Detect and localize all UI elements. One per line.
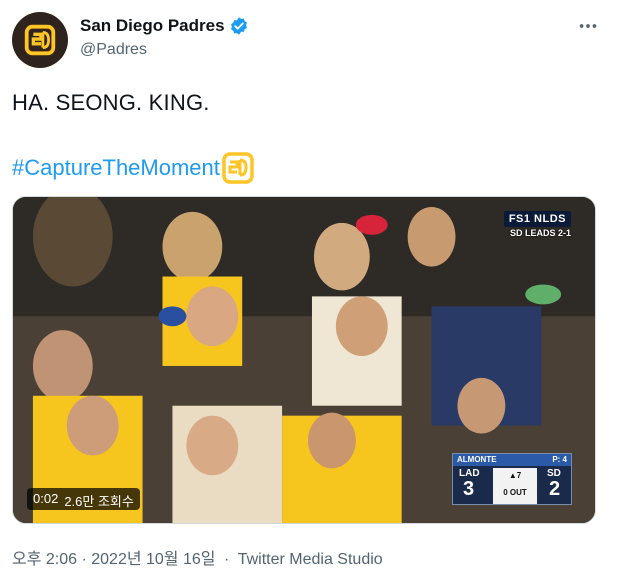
more-horizontal-icon xyxy=(579,24,597,28)
pitch-count: P: 4 xyxy=(552,455,567,464)
series-status: SD LEADS 2-1 xyxy=(509,228,571,238)
avatar[interactable] xyxy=(12,12,68,68)
tweet-meta: 오후 2:06 · 2022년 10월 16일 · Twitter Media … xyxy=(12,545,383,569)
meta-separator: · xyxy=(223,551,230,568)
padres-sd-hashflag-icon xyxy=(222,152,254,184)
inning: ▲7 xyxy=(508,471,522,480)
more-options-button[interactable] xyxy=(574,14,602,38)
away-score: 3 xyxy=(463,478,475,500)
author-name-row: San Diego Padres xyxy=(80,16,249,36)
padres-sd-logo-icon xyxy=(24,24,56,56)
verified-badge-icon xyxy=(230,17,247,35)
display-name[interactable]: San Diego Padres xyxy=(80,16,225,36)
tweet-card: San Diego Padres @Padres HA. SEONG. KING… xyxy=(0,0,640,580)
author-handle[interactable]: @Padres xyxy=(80,41,147,59)
tweet-text: HA. SEONG. KING. xyxy=(12,90,210,115)
video-player[interactable]: FS1 NLDS SD LEADS 2-1 ALMONTE P: 4 LAD 3… xyxy=(12,196,596,524)
outs: 0 OUT xyxy=(503,488,527,497)
hashtag-row: #CaptureTheMoment xyxy=(12,152,254,184)
video-elapsed: 0:02 xyxy=(33,491,59,506)
network-bug: FS1 NLDS xyxy=(503,211,571,227)
video-time-views: 0:02 2.6만 조회수 xyxy=(27,488,140,510)
video-views: 2.6만 조회수 xyxy=(64,494,134,509)
hashtag-link[interactable]: #CaptureTheMoment xyxy=(12,155,220,181)
timestamp[interactable]: 오후 2:06 · 2022년 10월 16일 xyxy=(12,551,215,568)
inning-box: ▲7 0 OUT xyxy=(493,468,537,504)
scorebug-header: ALMONTE P: 4 xyxy=(453,454,571,466)
source-label[interactable]: Twitter Media Studio xyxy=(238,551,383,568)
batter-name: ALMONTE xyxy=(457,455,497,464)
scorebug: ALMONTE P: 4 LAD 3 ▲7 0 OUT SD 2 xyxy=(452,453,572,505)
home-score: 2 xyxy=(549,478,561,500)
